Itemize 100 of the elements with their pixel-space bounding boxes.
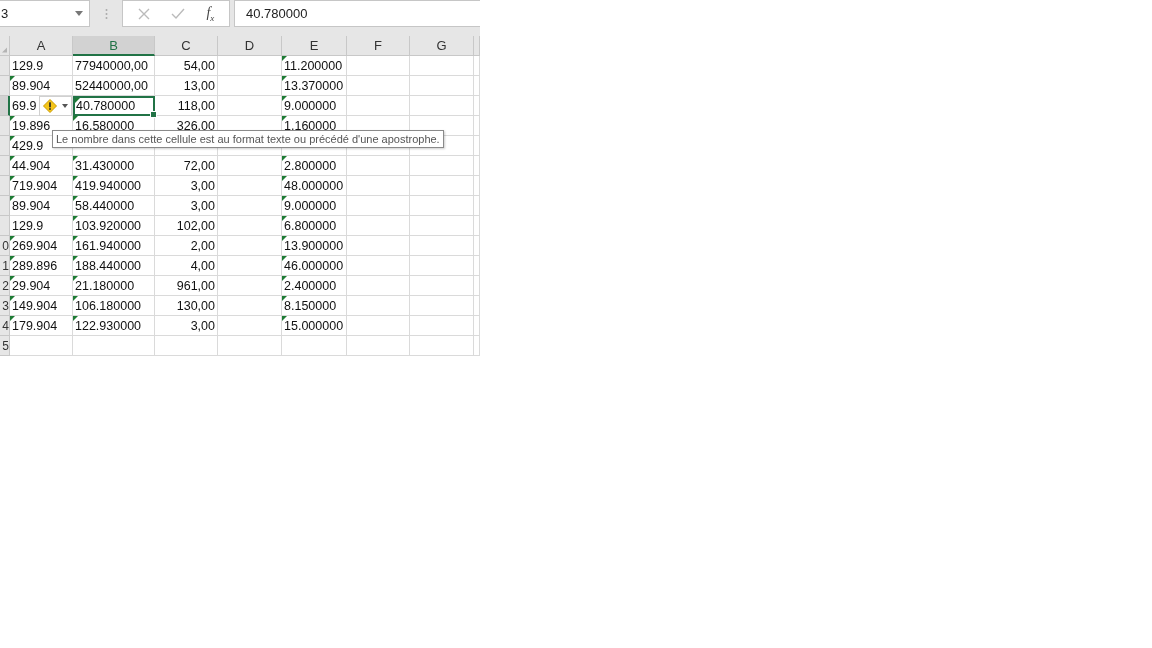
empty-cell[interactable] bbox=[155, 336, 218, 356]
empty-cell[interactable] bbox=[347, 96, 410, 116]
empty-cell[interactable] bbox=[410, 56, 474, 76]
empty-cell[interactable] bbox=[410, 336, 474, 356]
table-cell[interactable]: 13.370000 bbox=[282, 76, 347, 96]
table-cell[interactable]: 40.780000 bbox=[73, 96, 155, 116]
table-cell[interactable]: 21.180000 bbox=[73, 276, 155, 296]
empty-cell[interactable] bbox=[410, 296, 474, 316]
column-header[interactable]: B bbox=[73, 36, 155, 56]
table-cell[interactable]: 118,00 bbox=[155, 96, 218, 116]
table-cell[interactable]: 52440000,00 bbox=[73, 76, 155, 96]
empty-cell[interactable] bbox=[218, 96, 282, 116]
empty-cell[interactable] bbox=[347, 76, 410, 96]
name-box[interactable]: 3 bbox=[0, 0, 90, 27]
table-cell[interactable]: 89.904 bbox=[10, 196, 73, 216]
table-cell[interactable]: 77940000,00 bbox=[73, 56, 155, 76]
empty-cell[interactable] bbox=[474, 316, 480, 336]
column-header[interactable] bbox=[474, 36, 480, 56]
row-header[interactable]: 3 bbox=[0, 296, 10, 316]
table-cell[interactable]: 31.430000 bbox=[73, 156, 155, 176]
insert-function-button[interactable]: f$_{x}$ bbox=[206, 4, 215, 23]
table-cell[interactable]: 54,00 bbox=[155, 56, 218, 76]
empty-cell[interactable] bbox=[218, 156, 282, 176]
table-cell[interactable]: 46.000000 bbox=[282, 256, 347, 276]
table-cell[interactable]: 72,00 bbox=[155, 156, 218, 176]
empty-cell[interactable] bbox=[474, 256, 480, 276]
table-cell[interactable]: 102,00 bbox=[155, 216, 218, 236]
table-cell[interactable]: 3,00 bbox=[155, 196, 218, 216]
column-header[interactable]: E bbox=[282, 36, 347, 56]
column-header[interactable]: D bbox=[218, 36, 282, 56]
empty-cell[interactable] bbox=[218, 176, 282, 196]
empty-cell[interactable] bbox=[474, 76, 480, 96]
table-cell[interactable]: 69.9 bbox=[10, 96, 73, 116]
empty-cell[interactable] bbox=[410, 156, 474, 176]
empty-cell[interactable] bbox=[474, 116, 480, 136]
empty-cell[interactable] bbox=[218, 56, 282, 76]
table-cell[interactable]: 719.904 bbox=[10, 176, 73, 196]
row-header[interactable]: 4 bbox=[0, 316, 10, 336]
table-cell[interactable]: 44.904 bbox=[10, 156, 73, 176]
column-header[interactable]: A bbox=[10, 36, 73, 56]
row-header[interactable]: 2 bbox=[0, 276, 10, 296]
table-cell[interactable]: 188.440000 bbox=[73, 256, 155, 276]
table-cell[interactable]: 419.940000 bbox=[73, 176, 155, 196]
table-cell[interactable]: 3,00 bbox=[155, 316, 218, 336]
empty-cell[interactable] bbox=[410, 76, 474, 96]
table-cell[interactable]: 2,00 bbox=[155, 236, 218, 256]
error-options-menu[interactable] bbox=[39, 96, 72, 116]
cancel-icon[interactable] bbox=[137, 7, 150, 20]
row-header[interactable]: 1 bbox=[0, 256, 10, 276]
empty-cell[interactable] bbox=[474, 136, 480, 156]
table-cell[interactable]: 9.000000 bbox=[282, 196, 347, 216]
table-cell[interactable]: 129.9 bbox=[10, 216, 73, 236]
table-cell[interactable]: 4,00 bbox=[155, 256, 218, 276]
row-header[interactable]: 0 bbox=[0, 236, 10, 256]
empty-cell[interactable] bbox=[410, 216, 474, 236]
empty-cell[interactable] bbox=[474, 276, 480, 296]
empty-cell[interactable] bbox=[347, 276, 410, 296]
table-cell[interactable]: 289.896 bbox=[10, 256, 73, 276]
empty-cell[interactable] bbox=[218, 236, 282, 256]
empty-cell[interactable] bbox=[347, 316, 410, 336]
table-cell[interactable]: 58.440000 bbox=[73, 196, 155, 216]
empty-cell[interactable] bbox=[410, 96, 474, 116]
table-cell[interactable]: 103.920000 bbox=[73, 216, 155, 236]
empty-cell[interactable] bbox=[347, 336, 410, 356]
empty-cell[interactable] bbox=[218, 76, 282, 96]
table-cell[interactable]: 48.000000 bbox=[282, 176, 347, 196]
formula-field[interactable]: 40.780000 bbox=[234, 0, 480, 27]
table-cell[interactable]: 11.200000 bbox=[282, 56, 347, 76]
empty-cell[interactable] bbox=[347, 236, 410, 256]
empty-cell[interactable] bbox=[347, 156, 410, 176]
empty-cell[interactable] bbox=[474, 196, 480, 216]
table-cell[interactable]: 149.904 bbox=[10, 296, 73, 316]
empty-cell[interactable] bbox=[474, 216, 480, 236]
table-cell[interactable]: 161.940000 bbox=[73, 236, 155, 256]
empty-cell[interactable] bbox=[410, 256, 474, 276]
empty-cell[interactable] bbox=[474, 296, 480, 316]
table-cell[interactable]: 6.800000 bbox=[282, 216, 347, 236]
table-cell[interactable]: 130,00 bbox=[155, 296, 218, 316]
fill-handle[interactable] bbox=[150, 111, 157, 118]
empty-cell[interactable] bbox=[347, 56, 410, 76]
table-cell[interactable]: 122.930000 bbox=[73, 316, 155, 336]
empty-cell[interactable] bbox=[218, 256, 282, 276]
check-icon[interactable] bbox=[171, 7, 186, 20]
empty-cell[interactable] bbox=[282, 336, 347, 356]
empty-cell[interactable] bbox=[218, 316, 282, 336]
table-cell[interactable]: 13.900000 bbox=[282, 236, 347, 256]
column-header[interactable]: C bbox=[155, 36, 218, 56]
row-header[interactable] bbox=[0, 96, 10, 116]
empty-cell[interactable] bbox=[474, 176, 480, 196]
empty-cell[interactable] bbox=[410, 236, 474, 256]
empty-cell[interactable] bbox=[474, 156, 480, 176]
table-cell[interactable]: 15.000000 bbox=[282, 316, 347, 336]
caret-icon[interactable] bbox=[75, 11, 83, 16]
empty-cell[interactable] bbox=[474, 96, 480, 116]
empty-cell[interactable] bbox=[218, 296, 282, 316]
empty-cell[interactable] bbox=[410, 196, 474, 216]
table-cell[interactable]: 3,00 bbox=[155, 176, 218, 196]
column-header[interactable]: G bbox=[410, 36, 474, 56]
empty-cell[interactable] bbox=[218, 216, 282, 236]
drag-handle-icon[interactable] bbox=[104, 7, 108, 20]
